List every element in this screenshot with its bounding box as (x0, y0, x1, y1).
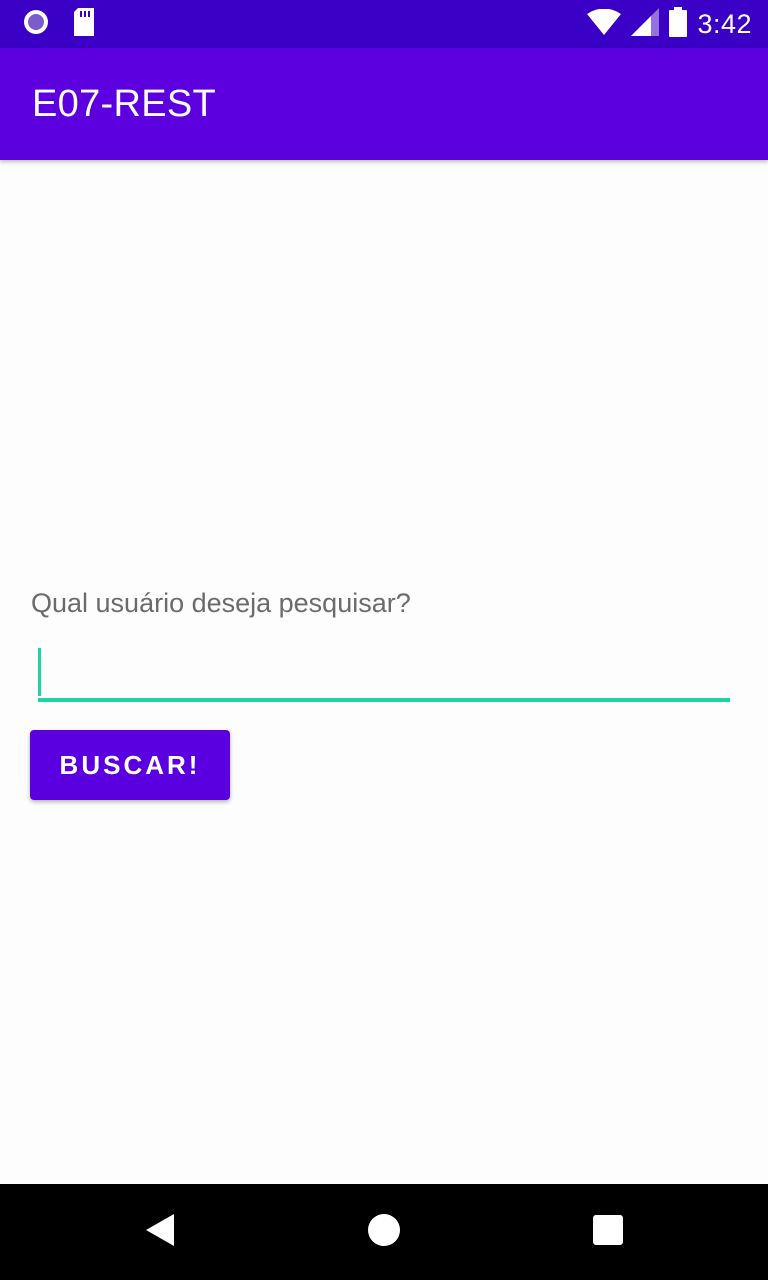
recents-button[interactable] (584, 1208, 632, 1256)
username-input[interactable] (38, 646, 730, 698)
record-icon (22, 8, 50, 41)
search-button[interactable]: BUSCAR! (30, 730, 230, 800)
app-bar: E07-REST (0, 48, 768, 160)
home-icon (367, 1213, 401, 1252)
navigation-bar (0, 1184, 768, 1280)
search-prompt-label: Qual usuário deseja pesquisar? (31, 588, 411, 618)
phone-screen: 3:42 E07-REST Qual usuário deseja pesqui… (0, 0, 768, 1280)
username-input-field[interactable] (38, 646, 730, 702)
battery-icon (669, 6, 688, 42)
back-button[interactable] (136, 1208, 184, 1256)
signal-icon (631, 7, 660, 41)
recents-icon (592, 1214, 624, 1251)
status-clock: 3:42 (697, 8, 752, 39)
text-cursor (38, 648, 41, 696)
app-title: E07-REST (32, 83, 217, 125)
sd-card-icon (72, 7, 96, 41)
status-left-icons (22, 7, 96, 41)
status-bar: 3:42 (0, 0, 768, 48)
input-underline (38, 698, 730, 702)
main-content: Qual usuário deseja pesquisar? BUSCAR! (0, 160, 768, 1184)
back-icon (144, 1213, 176, 1252)
wifi-icon (587, 8, 622, 40)
status-right-icons: 3:42 (587, 6, 752, 42)
home-button[interactable] (360, 1208, 408, 1256)
